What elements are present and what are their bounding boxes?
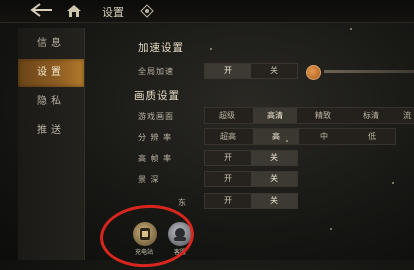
resolution-selector[interactable]: 超高 高 中 低 xyxy=(204,128,396,145)
sparkle xyxy=(392,182,394,184)
row5-label: 东 xyxy=(178,198,187,207)
sparkle xyxy=(330,228,332,230)
sidebar-item-privacy[interactable]: 隐私 xyxy=(18,88,84,116)
toggle-on-option[interactable]: 开 xyxy=(205,64,251,78)
scene-label: 游戏画面 xyxy=(138,112,174,121)
accel-slider-track[interactable] xyxy=(324,70,414,73)
depth-toggle[interactable]: 开 关 xyxy=(204,171,298,187)
res-option[interactable]: 低 xyxy=(349,129,395,144)
accel-slider-knob[interactable] xyxy=(306,65,321,80)
res-option[interactable]: 超高 xyxy=(205,129,251,144)
scene-option[interactable]: 超级 xyxy=(205,108,249,123)
global-accel-label: 全局加速 xyxy=(138,67,174,76)
toggle-off-option[interactable]: 关 xyxy=(251,64,297,78)
scene-option[interactable]: 标清 xyxy=(349,108,393,123)
top-bar: 设置 xyxy=(0,0,414,23)
toggle-on-option[interactable]: 开 xyxy=(205,194,251,208)
sidebar: 信息 设置 隐私 推送 xyxy=(18,28,85,260)
toggle-on-option[interactable]: 开 xyxy=(205,151,251,165)
sparkle xyxy=(210,48,212,50)
depth-label: 景 深 xyxy=(138,175,160,184)
sparkle xyxy=(286,140,288,142)
home-icon[interactable] xyxy=(66,3,82,17)
sidebar-item-info[interactable]: 信息 xyxy=(18,30,84,58)
accel-heading: 加速设置 xyxy=(138,42,184,54)
toggle-off-option[interactable]: 关 xyxy=(251,172,297,186)
toggle-off-option[interactable]: 关 xyxy=(251,151,297,165)
global-accel-toggle[interactable]: 开 关 xyxy=(204,63,298,79)
sparkle xyxy=(350,28,352,30)
quality-heading: 画质设置 xyxy=(134,90,180,102)
res-option[interactable]: 中 xyxy=(301,129,347,144)
toggle-off-option[interactable]: 关 xyxy=(251,194,297,208)
settings-diamond-icon xyxy=(140,3,154,18)
toggle-on-option[interactable]: 开 xyxy=(205,172,251,186)
res-option[interactable]: 高 xyxy=(253,129,299,144)
row5-toggle[interactable]: 开 关 xyxy=(204,193,298,209)
fps-label: 高 帧 率 xyxy=(138,154,173,163)
fps-toggle[interactable]: 开 关 xyxy=(204,150,298,166)
sidebar-item-settings[interactable]: 设置 xyxy=(18,59,84,87)
scene-option[interactable]: 流 xyxy=(397,108,414,123)
scene-option[interactable]: 高清 xyxy=(253,108,297,123)
sidebar-item-push[interactable]: 推送 xyxy=(18,117,84,145)
scene-option[interactable]: 精致 xyxy=(301,108,345,123)
back-arrow-icon[interactable] xyxy=(26,1,56,19)
scene-quality-selector[interactable]: 超级 高清 精致 标清 流 xyxy=(204,107,414,124)
page-title: 设置 xyxy=(102,6,124,19)
resolution-label: 分 辨 率 xyxy=(138,133,173,142)
